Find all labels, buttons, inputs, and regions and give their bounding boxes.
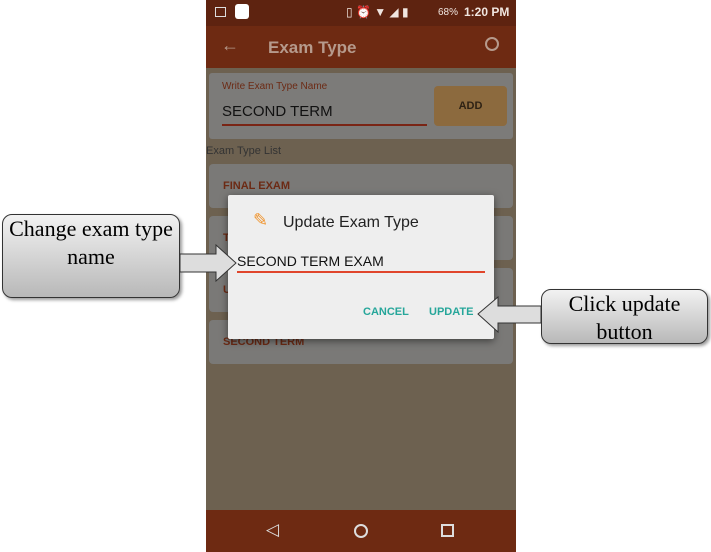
status-icons: ▯ ⏰ ▼ ◢ ▮ — [346, 5, 409, 19]
home-nav-icon[interactable] — [354, 524, 368, 538]
add-button[interactable]: ADD — [434, 86, 507, 126]
callout-click-update: Click update button — [541, 289, 708, 344]
search-icon[interactable] — [485, 37, 499, 51]
navigation-bar: ◁ — [206, 510, 516, 552]
input-underline — [237, 271, 485, 273]
callout-change-name: Change exam type name — [2, 214, 180, 298]
dialog-title: Update Exam Type — [283, 214, 419, 231]
recents-nav-icon[interactable] — [441, 524, 454, 537]
name-input[interactable]: SECOND TERM — [222, 103, 333, 120]
name-label: Write Exam Type Name — [222, 81, 328, 92]
arrow-left-icon[interactable]: ← — [221, 35, 239, 56]
list-heading: Exam Type List — [206, 145, 281, 157]
app-notification-icon — [235, 4, 249, 19]
update-dialog: ✎ Update Exam Type SECOND TERM EXAM CANC… — [228, 195, 494, 339]
clock: 1:20 PM — [464, 5, 510, 19]
exam-type-input[interactable]: SECOND TERM EXAM — [237, 253, 384, 269]
update-button[interactable]: UPDATE — [429, 306, 473, 318]
add-form: Write Exam Type Name SECOND TERM ADD — [209, 73, 513, 139]
gallery-icon — [215, 7, 226, 17]
arrow-left-callout-icon — [477, 296, 542, 334]
pencil-icon: ✎ — [253, 210, 269, 230]
app-bar: ← Exam Type — [206, 26, 516, 68]
arrow-right-icon — [180, 244, 237, 282]
cancel-button[interactable]: CANCEL — [363, 306, 409, 318]
battery-level: 68% — [438, 7, 459, 18]
back-nav-icon[interactable]: ◁ — [266, 520, 279, 540]
page-title: Exam Type — [268, 38, 357, 57]
status-bar: ▯ ⏰ ▼ ◢ ▮ 68% 1:20 PM — [206, 0, 516, 26]
input-underline — [222, 124, 427, 126]
